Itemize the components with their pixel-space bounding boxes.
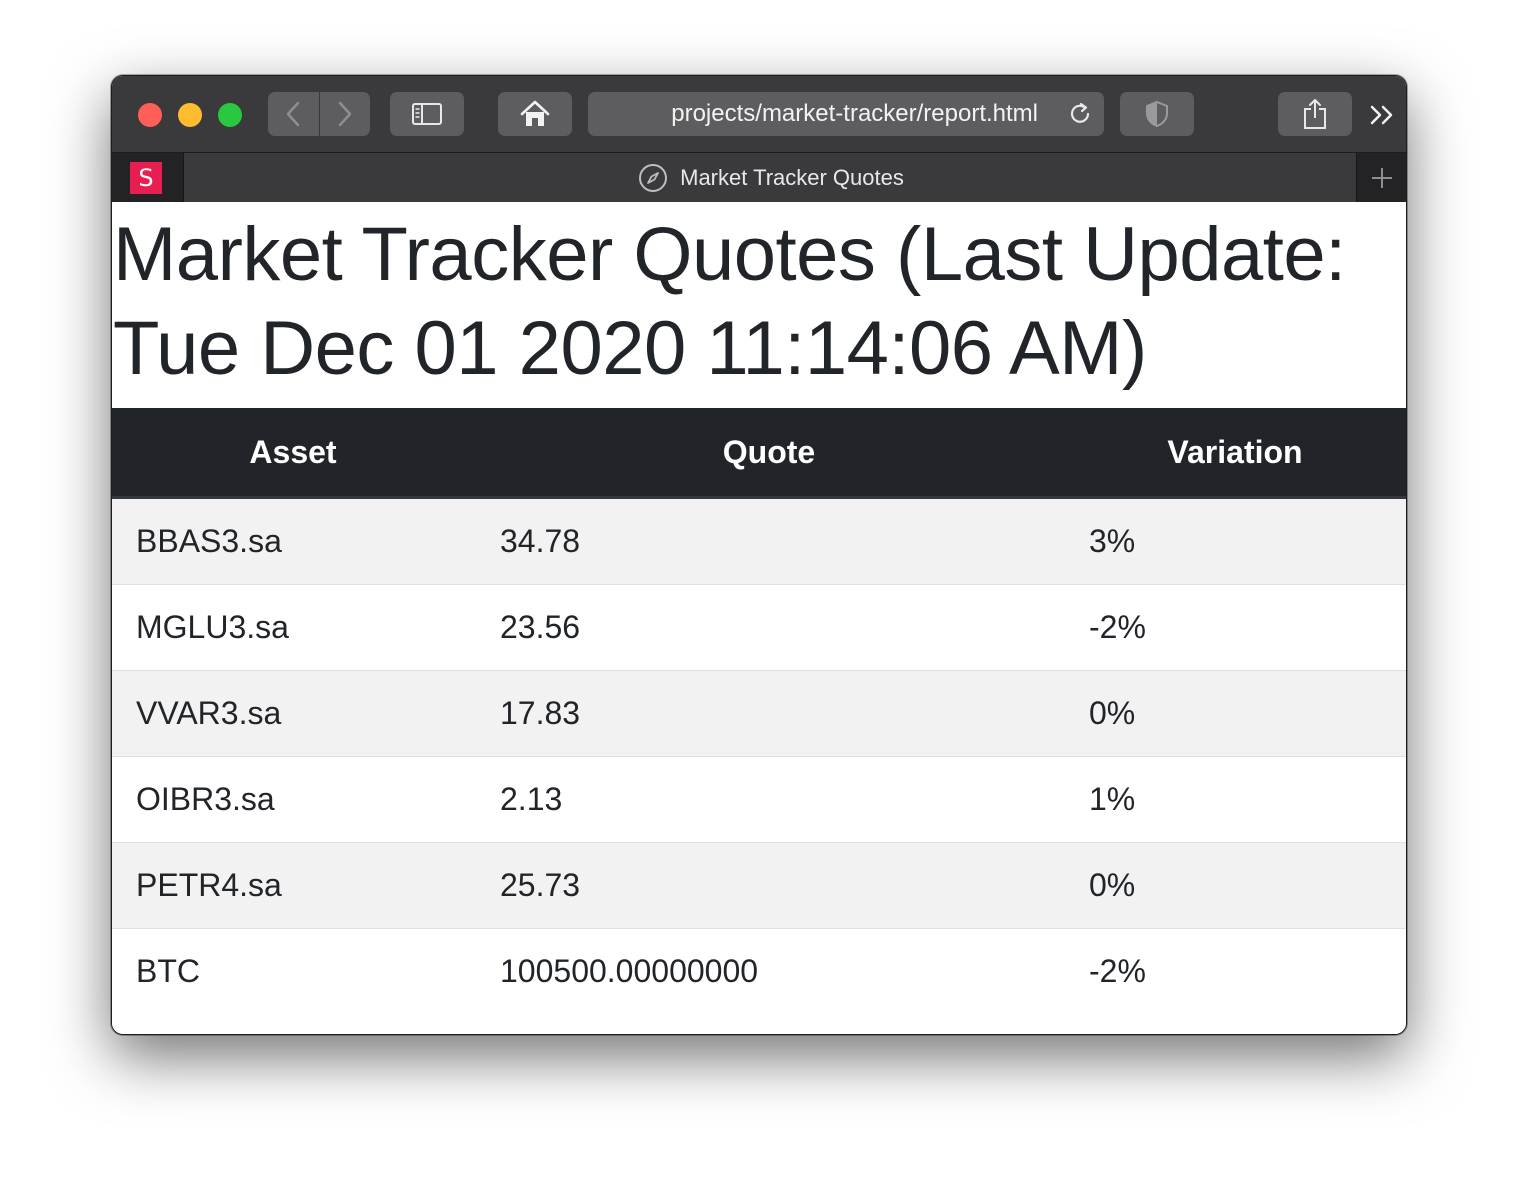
tab-title: Market Tracker Quotes bbox=[680, 164, 904, 190]
asset-cell: PETR4.sa bbox=[112, 842, 474, 929]
quote-cell: 34.78 bbox=[474, 497, 1064, 585]
privacy-report-button[interactable] bbox=[1120, 92, 1194, 136]
quote-cell: 23.56 bbox=[474, 584, 1064, 671]
share-icon bbox=[1304, 99, 1326, 129]
compass-icon bbox=[639, 163, 668, 192]
table-row: BTC 100500.00000000 -2% bbox=[112, 928, 1406, 1014]
sidebar-toggle-button[interactable] bbox=[390, 92, 464, 136]
quote-cell: 25.73 bbox=[474, 842, 1064, 929]
asset-cell: BBAS3.sa bbox=[112, 497, 474, 585]
column-header-variation: Variation bbox=[1064, 408, 1406, 499]
share-button[interactable] bbox=[1278, 92, 1352, 136]
variation-cell: -2% bbox=[1064, 584, 1406, 671]
quote-cell: 17.83 bbox=[474, 670, 1064, 757]
column-header-quote: Quote bbox=[474, 408, 1064, 499]
page-content: Market Tracker Quotes (Last Update: Tue … bbox=[112, 202, 1406, 1034]
tab-bar: S Market Tracker Quotes bbox=[112, 152, 1406, 202]
quote-cell: 100500.00000000 bbox=[474, 928, 1064, 1014]
address-bar[interactable]: projects/market-tracker/report.html bbox=[588, 92, 1104, 136]
table-row: OIBR3.sa 2.13 1% bbox=[112, 756, 1406, 843]
table-row: PETR4.sa 25.73 0% bbox=[112, 842, 1406, 929]
variation-cell: 0% bbox=[1064, 842, 1406, 929]
plus-icon bbox=[1371, 167, 1392, 188]
forward-button[interactable] bbox=[318, 92, 370, 136]
reload-icon[interactable] bbox=[1066, 100, 1094, 128]
quote-cell: 2.13 bbox=[474, 756, 1064, 843]
asset-cell: BTC bbox=[112, 928, 474, 1014]
sidebar-icon bbox=[412, 103, 442, 125]
column-header-asset: Asset bbox=[112, 408, 474, 499]
browser-window: projects/market-tracker/report.html S Ma… bbox=[111, 75, 1407, 1035]
variation-cell: 0% bbox=[1064, 670, 1406, 757]
back-button[interactable] bbox=[268, 92, 319, 136]
more-toolbar-items-button[interactable] bbox=[1368, 102, 1398, 128]
close-window-button[interactable] bbox=[138, 103, 162, 127]
browser-toolbar: projects/market-tracker/report.html bbox=[112, 76, 1406, 152]
variation-cell: 1% bbox=[1064, 756, 1406, 843]
chevron-right-icon bbox=[338, 101, 351, 127]
pinned-tab-favicon: S bbox=[130, 162, 162, 194]
pinned-tab[interactable]: S bbox=[112, 153, 184, 202]
maximize-window-button[interactable] bbox=[218, 103, 242, 127]
table-header-row: Asset Quote Variation bbox=[112, 408, 1406, 499]
quotes-table: Asset Quote Variation BBAS3.sa 34.78 3% … bbox=[112, 408, 1406, 1014]
new-tab-button[interactable] bbox=[1356, 153, 1406, 202]
home-icon bbox=[520, 100, 550, 126]
page-title: Market Tracker Quotes (Last Update: Tue … bbox=[113, 212, 1346, 391]
asset-cell: MGLU3.sa bbox=[112, 584, 474, 671]
table-row: MGLU3.sa 23.56 -2% bbox=[112, 584, 1406, 671]
chevron-left-icon bbox=[287, 101, 300, 127]
active-tab[interactable]: Market Tracker Quotes bbox=[184, 153, 1358, 202]
shield-icon bbox=[1146, 100, 1168, 128]
asset-cell: OIBR3.sa bbox=[112, 756, 474, 843]
variation-cell: -2% bbox=[1064, 928, 1406, 1014]
navigation-buttons bbox=[268, 92, 370, 136]
asset-cell: VVAR3.sa bbox=[112, 670, 474, 757]
home-button[interactable] bbox=[498, 92, 572, 136]
table-row: VVAR3.sa 17.83 0% bbox=[112, 670, 1406, 757]
chevron-double-right-icon bbox=[1370, 105, 1393, 125]
variation-cell: 3% bbox=[1064, 497, 1406, 585]
url-text: projects/market-tracker/report.html bbox=[671, 100, 1038, 127]
table-row: BBAS3.sa 34.78 3% bbox=[112, 497, 1406, 585]
minimize-window-button[interactable] bbox=[178, 103, 202, 127]
